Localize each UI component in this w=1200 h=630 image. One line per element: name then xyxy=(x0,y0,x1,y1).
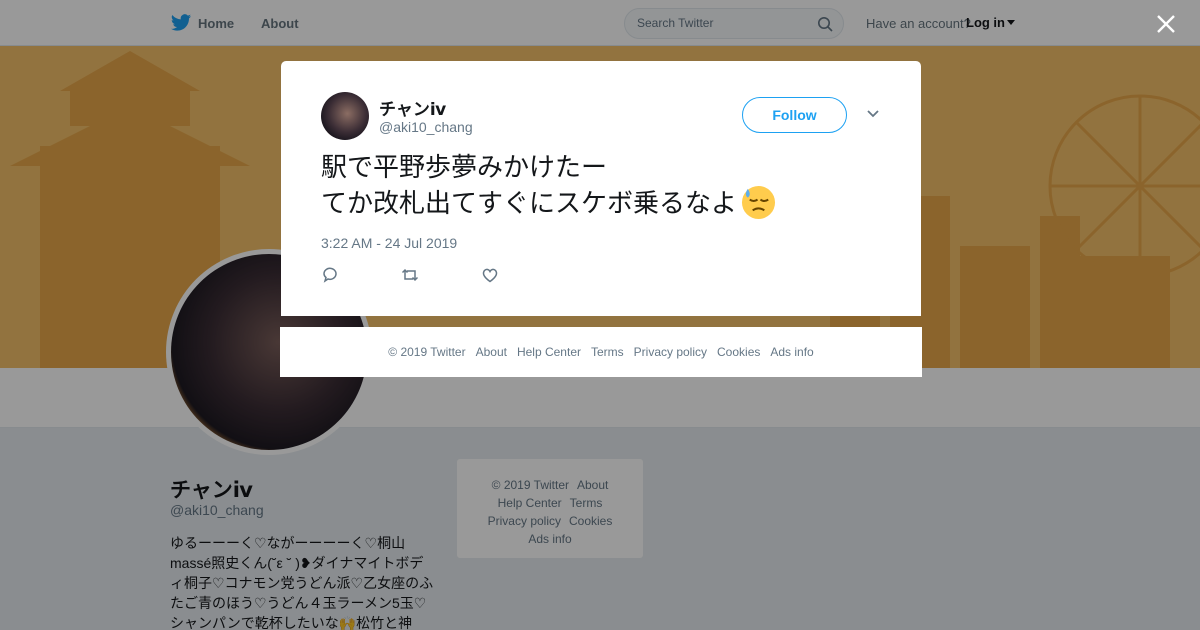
modal-footer-help[interactable]: Help Center xyxy=(517,345,581,359)
modal-footer-copyright: © 2019 Twitter xyxy=(388,345,466,359)
tweet-timestamp[interactable]: 3:22 AM - 24 Jul 2019 xyxy=(321,235,457,251)
like-icon[interactable] xyxy=(481,266,499,284)
tweet-author-handle[interactable]: @aki10_chang xyxy=(379,119,473,135)
close-icon[interactable] xyxy=(1155,13,1177,35)
tweet-author-avatar[interactable] xyxy=(321,92,369,140)
tweet-author-name[interactable]: チャンⅳ xyxy=(379,95,447,120)
modal-footer-about[interactable]: About xyxy=(476,345,507,359)
tweet-text-line1: 駅で平野歩夢みかけたー xyxy=(321,152,608,182)
modal-footer-privacy[interactable]: Privacy policy xyxy=(634,345,707,359)
chevron-down-icon[interactable] xyxy=(866,109,880,119)
retweet-icon[interactable] xyxy=(401,266,419,284)
reply-icon[interactable] xyxy=(321,266,339,284)
modal-footer-cookies[interactable]: Cookies xyxy=(717,345,760,359)
tweet-text-line2-wrap: てか改札出てすぐにスケボ乗るなよ xyxy=(321,185,881,221)
tweet-text-line2: てか改札出てすぐにスケボ乗るなよ xyxy=(321,188,738,218)
modal-footer: © 2019 Twitter About Help Center Terms P… xyxy=(280,327,922,377)
modal-footer-terms[interactable]: Terms xyxy=(591,345,624,359)
tweet-text: 駅で平野歩夢みかけたー てか改札出てすぐにスケボ乗るなよ xyxy=(321,149,881,221)
follow-button[interactable]: Follow xyxy=(742,97,847,133)
tweet-actions xyxy=(321,266,561,284)
modal-footer-ads[interactable]: Ads info xyxy=(770,345,813,359)
tweet-modal: チャンⅳ @aki10_chang Follow 駅で平野歩夢みかけたー てか改… xyxy=(281,61,921,316)
downcast-sweat-emoji-icon xyxy=(741,185,776,220)
